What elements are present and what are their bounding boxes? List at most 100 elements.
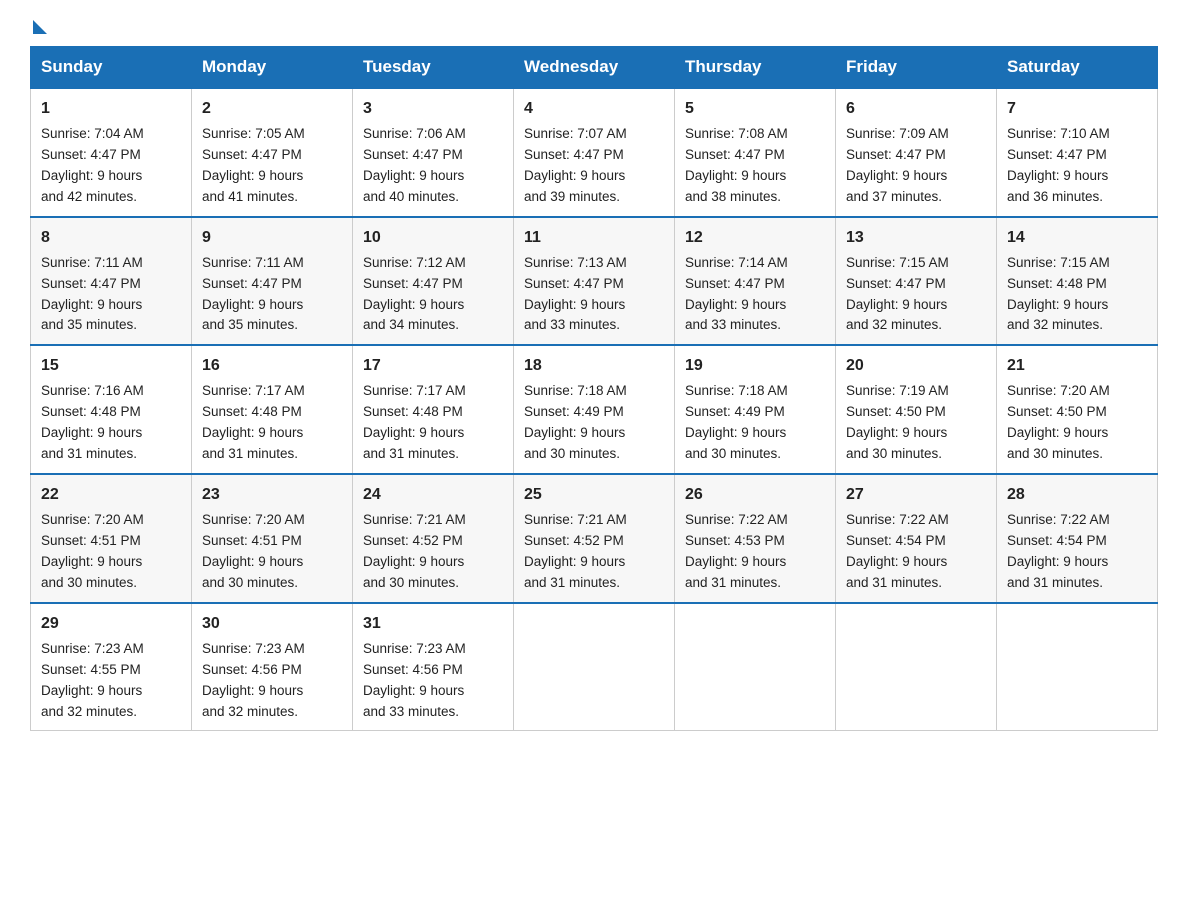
day-number: 18	[524, 354, 664, 378]
day-number: 27	[846, 483, 986, 507]
day-number: 19	[685, 354, 825, 378]
day-info: Sunrise: 7:20 AMSunset: 4:51 PMDaylight:…	[202, 512, 305, 590]
calendar-cell: 14Sunrise: 7:15 AMSunset: 4:48 PMDayligh…	[997, 217, 1158, 346]
calendar-cell: 10Sunrise: 7:12 AMSunset: 4:47 PMDayligh…	[353, 217, 514, 346]
day-info: Sunrise: 7:20 AMSunset: 4:51 PMDaylight:…	[41, 512, 144, 590]
calendar-cell: 6 Sunrise: 7:09 AMSunset: 4:47 PMDaylight…	[836, 88, 997, 217]
calendar-cell: 11Sunrise: 7:13 AMSunset: 4:47 PMDayligh…	[514, 217, 675, 346]
calendar-cell: 21 Sunrise: 7:20 AMSunset: 4:50 PMDayligh…	[997, 345, 1158, 474]
day-info: Sunrise: 7:08 AMSunset: 4:47 PMDaylight:…	[685, 126, 788, 204]
day-number: 1	[41, 97, 181, 121]
week-row-1: 1Sunrise: 7:04 AMSunset: 4:47 PMDaylight…	[31, 88, 1158, 217]
week-row-4: 22Sunrise: 7:20 AMSunset: 4:51 PMDayligh…	[31, 474, 1158, 603]
day-number: 28	[1007, 483, 1147, 507]
day-info: Sunrise: 7:23 AMSunset: 4:55 PMDaylight:…	[41, 641, 144, 719]
week-row-5: 29 Sunrise: 7:23 AMSunset: 4:55 PMDayligh…	[31, 603, 1158, 731]
header-sunday: Sunday	[31, 47, 192, 89]
day-info: Sunrise: 7:14 AMSunset: 4:47 PMDaylight:…	[685, 255, 788, 333]
day-number: 6	[846, 97, 986, 121]
day-number: 13	[846, 226, 986, 250]
day-number: 24	[363, 483, 503, 507]
day-number: 31	[363, 612, 503, 636]
calendar-cell: 2 Sunrise: 7:05 AMSunset: 4:47 PMDaylight…	[192, 88, 353, 217]
calendar-table: SundayMondayTuesdayWednesdayThursdayFrid…	[30, 46, 1158, 731]
header-friday: Friday	[836, 47, 997, 89]
day-info: Sunrise: 7:09 AMSunset: 4:47 PMDaylight:…	[846, 126, 949, 204]
day-number: 9	[202, 226, 342, 250]
calendar-cell	[514, 603, 675, 731]
header-saturday: Saturday	[997, 47, 1158, 89]
day-info: Sunrise: 7:23 AMSunset: 4:56 PMDaylight:…	[202, 641, 305, 719]
calendar-body: 1Sunrise: 7:04 AMSunset: 4:47 PMDaylight…	[31, 88, 1158, 731]
day-number: 5	[685, 97, 825, 121]
header-monday: Monday	[192, 47, 353, 89]
calendar-cell: 9 Sunrise: 7:11 AMSunset: 4:47 PMDaylight…	[192, 217, 353, 346]
day-number: 23	[202, 483, 342, 507]
day-info: Sunrise: 7:21 AMSunset: 4:52 PMDaylight:…	[363, 512, 466, 590]
header-tuesday: Tuesday	[353, 47, 514, 89]
day-info: Sunrise: 7:10 AMSunset: 4:47 PMDaylight:…	[1007, 126, 1110, 204]
calendar-cell: 3 Sunrise: 7:06 AMSunset: 4:47 PMDaylight…	[353, 88, 514, 217]
calendar-cell: 18 Sunrise: 7:18 AMSunset: 4:49 PMDayligh…	[514, 345, 675, 474]
day-info: Sunrise: 7:18 AMSunset: 4:49 PMDaylight:…	[524, 383, 627, 461]
calendar-cell: 13Sunrise: 7:15 AMSunset: 4:47 PMDayligh…	[836, 217, 997, 346]
calendar-cell: 23 Sunrise: 7:20 AMSunset: 4:51 PMDayligh…	[192, 474, 353, 603]
day-number: 26	[685, 483, 825, 507]
calendar-cell: 1Sunrise: 7:04 AMSunset: 4:47 PMDaylight…	[31, 88, 192, 217]
day-info: Sunrise: 7:07 AMSunset: 4:47 PMDaylight:…	[524, 126, 627, 204]
calendar-header: SundayMondayTuesdayWednesdayThursdayFrid…	[31, 47, 1158, 89]
calendar-cell: 28 Sunrise: 7:22 AMSunset: 4:54 PMDayligh…	[997, 474, 1158, 603]
calendar-cell: 30 Sunrise: 7:23 AMSunset: 4:56 PMDayligh…	[192, 603, 353, 731]
day-info: Sunrise: 7:22 AMSunset: 4:54 PMDaylight:…	[1007, 512, 1110, 590]
week-row-3: 15 Sunrise: 7:16 AMSunset: 4:48 PMDayligh…	[31, 345, 1158, 474]
day-info: Sunrise: 7:18 AMSunset: 4:49 PMDaylight:…	[685, 383, 788, 461]
day-number: 20	[846, 354, 986, 378]
day-number: 12	[685, 226, 825, 250]
day-info: Sunrise: 7:19 AMSunset: 4:50 PMDaylight:…	[846, 383, 949, 461]
day-number: 29	[41, 612, 181, 636]
calendar-cell: 19 Sunrise: 7:18 AMSunset: 4:49 PMDayligh…	[675, 345, 836, 474]
header-wednesday: Wednesday	[514, 47, 675, 89]
calendar-cell: 7 Sunrise: 7:10 AMSunset: 4:47 PMDaylight…	[997, 88, 1158, 217]
day-info: Sunrise: 7:12 AMSunset: 4:47 PMDaylight:…	[363, 255, 466, 333]
day-info: Sunrise: 7:17 AMSunset: 4:48 PMDaylight:…	[202, 383, 305, 461]
header-row: SundayMondayTuesdayWednesdayThursdayFrid…	[31, 47, 1158, 89]
day-number: 3	[363, 97, 503, 121]
day-number: 21	[1007, 354, 1147, 378]
header-thursday: Thursday	[675, 47, 836, 89]
calendar-cell: 12 Sunrise: 7:14 AMSunset: 4:47 PMDayligh…	[675, 217, 836, 346]
day-info: Sunrise: 7:16 AMSunset: 4:48 PMDaylight:…	[41, 383, 144, 461]
day-number: 7	[1007, 97, 1147, 121]
day-number: 17	[363, 354, 503, 378]
day-info: Sunrise: 7:21 AMSunset: 4:52 PMDaylight:…	[524, 512, 627, 590]
calendar-cell: 16 Sunrise: 7:17 AMSunset: 4:48 PMDayligh…	[192, 345, 353, 474]
calendar-cell: 31Sunrise: 7:23 AMSunset: 4:56 PMDayligh…	[353, 603, 514, 731]
day-info: Sunrise: 7:17 AMSunset: 4:48 PMDaylight:…	[363, 383, 466, 461]
calendar-cell: 29 Sunrise: 7:23 AMSunset: 4:55 PMDayligh…	[31, 603, 192, 731]
calendar-cell: 5 Sunrise: 7:08 AMSunset: 4:47 PMDaylight…	[675, 88, 836, 217]
day-number: 4	[524, 97, 664, 121]
calendar-cell: 20 Sunrise: 7:19 AMSunset: 4:50 PMDayligh…	[836, 345, 997, 474]
calendar-cell: 24 Sunrise: 7:21 AMSunset: 4:52 PMDayligh…	[353, 474, 514, 603]
day-number: 15	[41, 354, 181, 378]
day-number: 30	[202, 612, 342, 636]
day-info: Sunrise: 7:11 AMSunset: 4:47 PMDaylight:…	[41, 255, 143, 333]
day-info: Sunrise: 7:05 AMSunset: 4:47 PMDaylight:…	[202, 126, 305, 204]
calendar-cell: 26Sunrise: 7:22 AMSunset: 4:53 PMDayligh…	[675, 474, 836, 603]
day-info: Sunrise: 7:22 AMSunset: 4:54 PMDaylight:…	[846, 512, 949, 590]
calendar-cell: 22Sunrise: 7:20 AMSunset: 4:51 PMDayligh…	[31, 474, 192, 603]
day-info: Sunrise: 7:20 AMSunset: 4:50 PMDaylight:…	[1007, 383, 1110, 461]
day-info: Sunrise: 7:11 AMSunset: 4:47 PMDaylight:…	[202, 255, 304, 333]
calendar-cell: 25Sunrise: 7:21 AMSunset: 4:52 PMDayligh…	[514, 474, 675, 603]
calendar-cell	[997, 603, 1158, 731]
calendar-cell	[675, 603, 836, 731]
calendar-cell: 4 Sunrise: 7:07 AMSunset: 4:47 PMDaylight…	[514, 88, 675, 217]
day-info: Sunrise: 7:15 AMSunset: 4:48 PMDaylight:…	[1007, 255, 1110, 333]
day-info: Sunrise: 7:06 AMSunset: 4:47 PMDaylight:…	[363, 126, 466, 204]
day-number: 8	[41, 226, 181, 250]
logo	[30, 20, 47, 28]
logo-triangle-icon	[33, 20, 47, 34]
day-number: 16	[202, 354, 342, 378]
week-row-2: 8 Sunrise: 7:11 AMSunset: 4:47 PMDaylight…	[31, 217, 1158, 346]
day-number: 2	[202, 97, 342, 121]
